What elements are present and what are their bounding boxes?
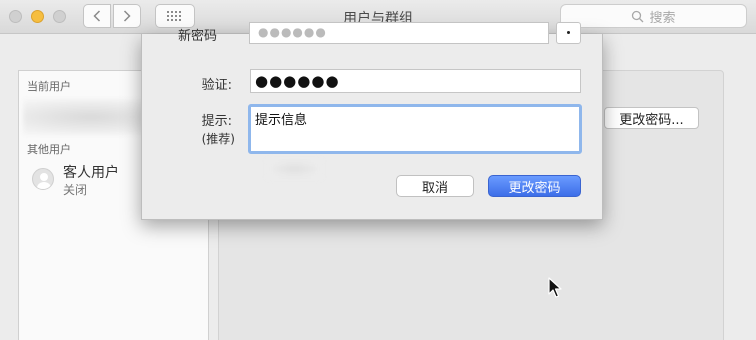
cancel-button[interactable]: 取消 <box>396 175 474 197</box>
mouse-cursor-icon <box>548 277 562 298</box>
current-users-heading: 当前用户 <box>27 80 71 93</box>
change-password-sheet: 新密码 ●●●●●● 验证: ●●●●●● 提示: (推荐) 提示信息 取消 更… <box>141 22 603 220</box>
password-mask: ●●●●●● <box>258 25 327 39</box>
search-placeholder: 搜索 <box>649 10 676 26</box>
new-password-field[interactable]: ●●●●●● <box>249 22 549 44</box>
guest-user-name[interactable]: 客人用户 <box>63 162 119 182</box>
blurred-region <box>267 160 322 178</box>
guest-avatar <box>32 168 54 190</box>
search-icon <box>632 10 644 22</box>
confirm-change-password-button[interactable]: 更改密码 <box>488 175 581 197</box>
change-password-button[interactable]: 更改密码... <box>604 107 699 129</box>
new-password-label: 新密码 <box>178 29 218 44</box>
hint-recommended-label: (推荐) <box>201 132 235 146</box>
verify-label: 验证: <box>201 78 232 93</box>
hint-label: 提示: <box>201 114 232 129</box>
verify-password-field[interactable]: ●●●●●● <box>250 69 581 93</box>
other-users-heading: 其他用户 <box>27 143 71 156</box>
key-icon <box>567 31 570 34</box>
password-assistant-button[interactable] <box>556 22 581 44</box>
search-field[interactable]: 搜索 <box>560 4 747 28</box>
password-hint-field[interactable]: 提示信息 <box>248 104 582 154</box>
guest-user-status: 关闭 <box>63 183 88 197</box>
